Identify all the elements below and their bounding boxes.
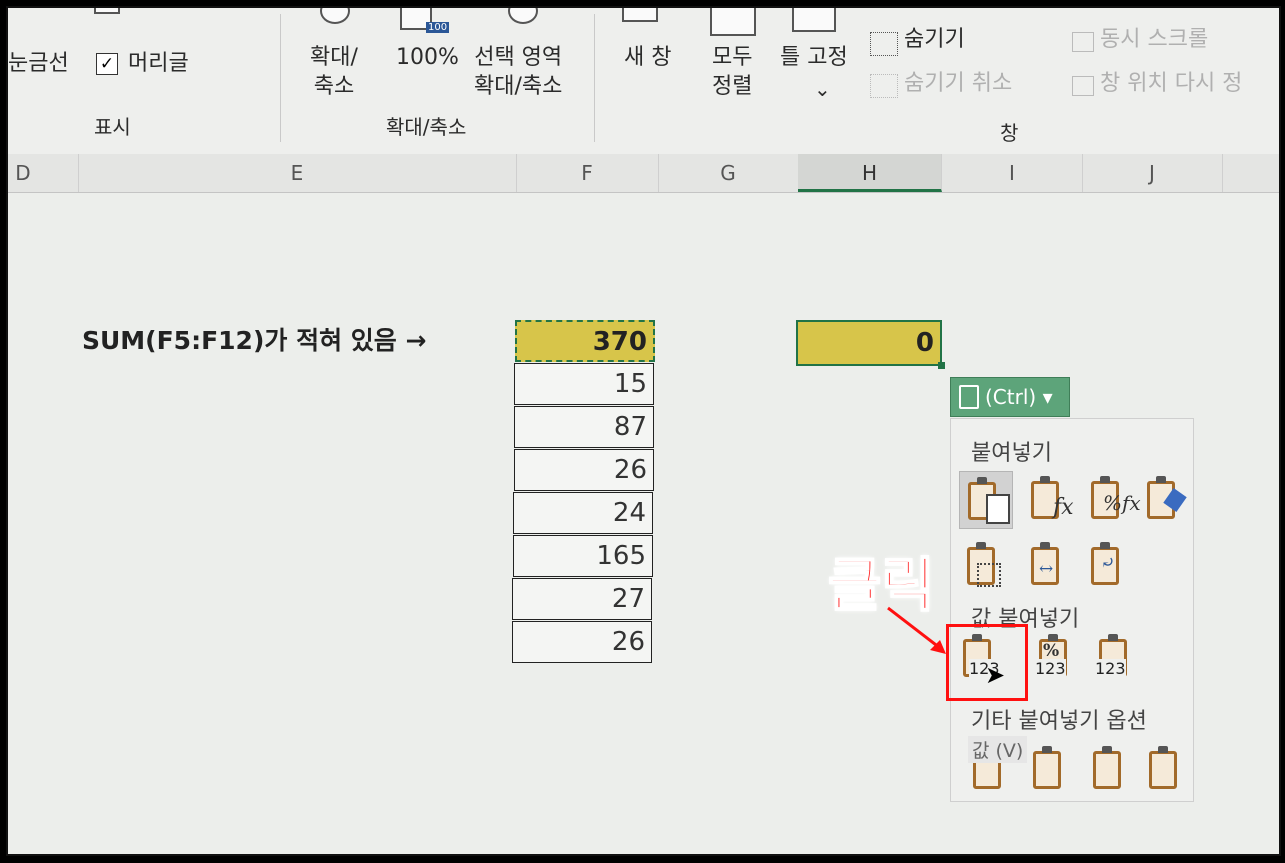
annotation-arrow-icon bbox=[887, 606, 946, 654]
transpose-button[interactable]: ⤾ bbox=[1083, 537, 1135, 593]
other-paste-options-section-title: 기타 붙여넣기 옵션 bbox=[971, 709, 1147, 734]
chevron-down-icon: ⌄ bbox=[814, 77, 831, 101]
headings-label[interactable]: 머리글 bbox=[128, 50, 189, 79]
hide-icon bbox=[870, 32, 898, 56]
ribbon-separator bbox=[594, 14, 595, 142]
column-header-f[interactable]: F bbox=[516, 154, 659, 192]
paste-values-number-formatting-button[interactable]: % 123 bbox=[1031, 629, 1083, 685]
zoom-100-badge: 100 bbox=[426, 22, 450, 33]
column-header-j[interactable]: J bbox=[1082, 154, 1223, 192]
sync-scroll-icon bbox=[1072, 32, 1094, 52]
paste-values-source-formatting-button[interactable]: 123 bbox=[1091, 629, 1143, 685]
cell-f12[interactable]: 26 bbox=[512, 621, 652, 663]
freeze-panes-label: 틀 고정 bbox=[780, 45, 848, 70]
screenshot-frame: 눈금선 ✓ 머리글 표시 확대/ 축소 100 100% 선택 영역 확대/축소… bbox=[6, 6, 1281, 856]
values-tooltip: 값 (V) bbox=[968, 736, 1028, 763]
page-icon bbox=[986, 494, 1010, 524]
arrange-all-icon bbox=[710, 8, 756, 36]
cell-f11[interactable]: 27 bbox=[512, 578, 652, 620]
freeze-panes-icon bbox=[792, 8, 836, 32]
column-header-i[interactable]: I bbox=[942, 154, 1083, 192]
zoom-100-label: 100% bbox=[396, 45, 459, 70]
unhide-label: 숨기기 취소 bbox=[904, 71, 1013, 96]
cell-f6[interactable]: 15 bbox=[514, 363, 654, 405]
dotted-grid-icon bbox=[977, 563, 1001, 587]
rotate-arrow-icon: ⤾ bbox=[1101, 553, 1116, 573]
gridlines-label: 눈금선 bbox=[8, 51, 69, 76]
paste-link-icon bbox=[1033, 746, 1061, 789]
linked-picture-button[interactable] bbox=[1141, 741, 1193, 797]
reset-position-label: 창 위치 다시 정 bbox=[1100, 71, 1243, 96]
zoom-label: 확대/ 축소 bbox=[310, 45, 358, 99]
paste-options-label: (Ctrl) ▾ bbox=[985, 385, 1053, 409]
sum-note-label: SUM(F5:F12)가 적혀 있음 → bbox=[82, 326, 427, 355]
zoom-selection-icon bbox=[508, 8, 538, 24]
paste-formulas-button[interactable]: fx bbox=[1023, 471, 1075, 527]
linked-picture-icon bbox=[1149, 746, 1177, 789]
headings-checkbox[interactable]: ✓ bbox=[96, 53, 118, 75]
ribbon: 눈금선 ✓ 머리글 표시 확대/ 축소 100 100% 선택 영역 확대/축소… bbox=[8, 8, 1279, 155]
no-borders-button[interactable] bbox=[959, 537, 1011, 593]
cell-f10[interactable]: 165 bbox=[513, 535, 653, 577]
clipboard-icon bbox=[959, 385, 979, 409]
new-window-icon bbox=[622, 8, 658, 22]
cell-f9[interactable]: 24 bbox=[513, 492, 653, 534]
zoom-selection-label: 선택 영역 확대/축소 bbox=[474, 45, 563, 99]
sync-scroll-label: 동시 스크롤 bbox=[1100, 27, 1209, 52]
magnifier-icon bbox=[320, 8, 350, 24]
ribbon-separator bbox=[280, 14, 281, 142]
unhide-icon bbox=[870, 74, 898, 98]
reset-position-icon bbox=[1072, 76, 1094, 96]
keep-source-formatting-button[interactable] bbox=[1139, 471, 1191, 527]
arrange-all-label: 모두 정렬 bbox=[712, 45, 753, 99]
zoom-group-title: 확대/축소 bbox=[386, 115, 467, 139]
column-header-e[interactable]: E bbox=[78, 154, 517, 192]
cell-f7[interactable]: 87 bbox=[514, 406, 654, 448]
cell-f8[interactable]: 26 bbox=[514, 449, 654, 491]
column-header-k[interactable] bbox=[1222, 154, 1279, 192]
fill-handle[interactable] bbox=[938, 362, 945, 369]
column-header-h[interactable]: H bbox=[798, 154, 942, 192]
ribbon-cut-icon bbox=[94, 8, 120, 14]
paste-section-title: 붙여넣기 bbox=[971, 441, 1052, 466]
paste-button[interactable] bbox=[959, 471, 1013, 529]
paste-link-button[interactable] bbox=[1025, 741, 1077, 797]
annotation-highlight-box bbox=[946, 624, 1028, 701]
cell-f5[interactable]: 370 bbox=[515, 320, 655, 362]
double-arrow-icon: ↔ bbox=[1039, 559, 1054, 579]
column-header-d[interactable]: D bbox=[8, 154, 79, 192]
picture-button[interactable] bbox=[1085, 741, 1137, 797]
hide-label: 숨기기 bbox=[904, 27, 965, 52]
picture-icon bbox=[1093, 746, 1121, 789]
keep-column-widths-button[interactable]: ↔ bbox=[1023, 537, 1075, 593]
new-window-label: 새 창 bbox=[624, 45, 672, 70]
window-group-title: 창 bbox=[1000, 121, 1019, 145]
chevron-down-icon: ▾ bbox=[1042, 385, 1053, 409]
column-header-g[interactable]: G bbox=[658, 154, 799, 192]
paste-options-button[interactable]: (Ctrl) ▾ bbox=[950, 377, 1070, 417]
show-group-title: 표시 bbox=[94, 115, 131, 139]
paste-formulas-number-formatting-button[interactable]: %fx bbox=[1083, 471, 1141, 527]
cell-h5-selected[interactable]: 0 bbox=[796, 320, 942, 366]
column-headers: D E F G H I J bbox=[8, 154, 1279, 193]
